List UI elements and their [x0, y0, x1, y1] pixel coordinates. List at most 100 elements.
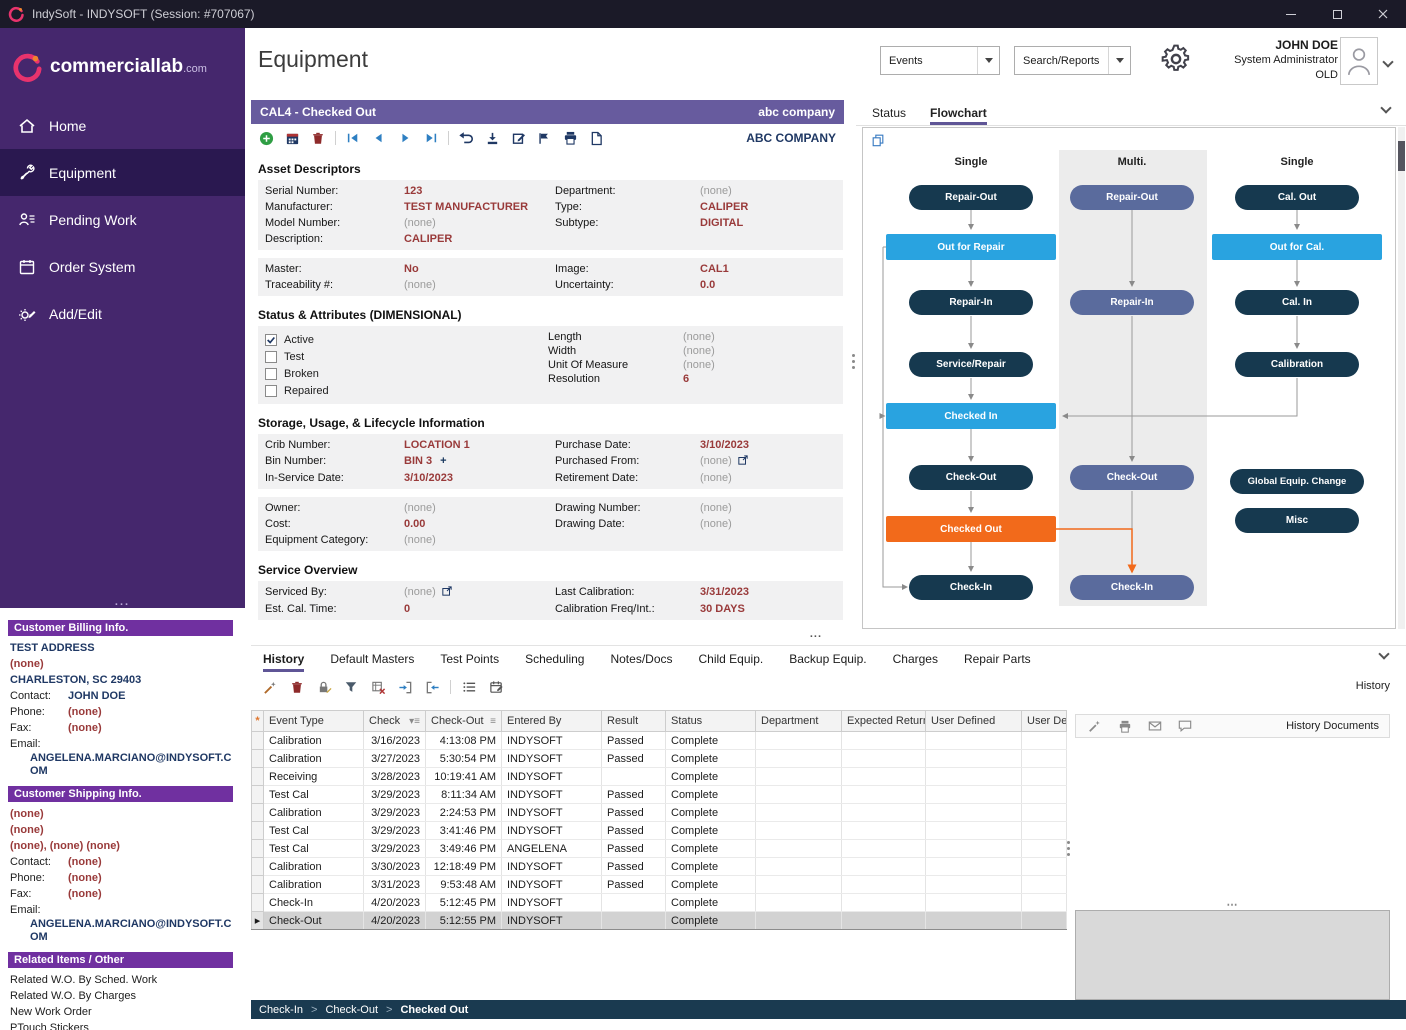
table-cell[interactable]: 10:19:41 AM — [426, 768, 502, 786]
table-cell[interactable] — [926, 804, 1022, 822]
table-cell[interactable] — [926, 822, 1022, 840]
table-cell[interactable] — [756, 876, 842, 894]
lock-edit-button[interactable] — [315, 678, 333, 696]
nav-first-button[interactable] — [344, 129, 362, 147]
add-button[interactable] — [257, 129, 275, 147]
checkout-flag-button[interactable] — [535, 129, 553, 147]
table-cell[interactable]: 3/30/2023 — [364, 858, 426, 876]
document-button[interactable] — [587, 129, 605, 147]
tab-backup-equip[interactable]: Backup Equip. — [789, 652, 866, 672]
table-cell[interactable]: Calibration — [264, 732, 364, 750]
undo-button[interactable] — [457, 129, 475, 147]
table-cell[interactable]: Passed — [602, 786, 666, 804]
breadcrumb-item[interactable]: Check-Out — [325, 1004, 378, 1016]
table-cell[interactable]: Test Cal — [264, 840, 364, 858]
calendar-edit-button[interactable] — [487, 678, 505, 696]
table-cell[interactable]: INDYSOFT — [502, 732, 602, 750]
table-cell[interactable] — [602, 894, 666, 912]
table-cell[interactable] — [926, 876, 1022, 894]
col-user-defined[interactable]: User Defined — [926, 711, 1022, 732]
filter-button[interactable] — [342, 678, 360, 696]
table-cell[interactable]: Complete — [666, 858, 756, 876]
table-cell[interactable] — [756, 732, 842, 750]
checkbox-repaired[interactable]: Repaired — [265, 382, 548, 399]
panel-splitter-handle[interactable] — [851, 354, 855, 369]
table-cell[interactable]: Calibration — [264, 876, 364, 894]
maximize-button[interactable] — [1314, 0, 1360, 28]
tools-wand-icon[interactable] — [1086, 717, 1104, 735]
table-cell[interactable]: Complete — [666, 768, 756, 786]
tab-scheduling[interactable]: Scheduling — [525, 652, 584, 672]
table-cell[interactable]: Check-In — [264, 894, 364, 912]
table-cell[interactable] — [1022, 750, 1067, 768]
table-cell[interactable]: Passed — [602, 840, 666, 858]
flow-node-check-out-multi[interactable]: Check-Out — [1070, 465, 1194, 490]
table-cell[interactable]: INDYSOFT — [502, 894, 602, 912]
table-cell[interactable]: Calibration — [264, 858, 364, 876]
table-cell[interactable]: Test Cal — [264, 822, 364, 840]
table-cell[interactable] — [756, 912, 842, 930]
table-cell[interactable]: Test Cal — [264, 786, 364, 804]
table-cell[interactable] — [926, 750, 1022, 768]
table-cell[interactable]: Passed — [602, 804, 666, 822]
print-icon[interactable] — [1116, 717, 1134, 735]
table-cell[interactable]: Passed — [602, 876, 666, 894]
tab-repair-parts[interactable]: Repair Parts — [964, 652, 1031, 672]
email-icon[interactable] — [1146, 717, 1164, 735]
external-link-icon[interactable] — [738, 454, 748, 470]
table-cell[interactable]: Complete — [666, 750, 756, 768]
table-cell[interactable]: INDYSOFT — [502, 876, 602, 894]
sidebar-item-add-edit[interactable]: Add/Edit — [0, 290, 245, 337]
table-cell[interactable]: Passed — [602, 858, 666, 876]
table-cell[interactable] — [926, 912, 1022, 930]
flow-node-out-for-cal[interactable]: Out for Cal. — [1212, 234, 1382, 260]
table-cell[interactable]: INDYSOFT — [502, 768, 602, 786]
flow-node-checked-in[interactable]: Checked In — [886, 403, 1056, 429]
nav-last-button[interactable] — [422, 129, 440, 147]
clear-grid-button[interactable] — [369, 678, 387, 696]
tab-notes-docs[interactable]: Notes/Docs — [610, 652, 672, 672]
table-cell[interactable]: 4:13:08 PM — [426, 732, 502, 750]
table-cell[interactable]: INDYSOFT — [502, 822, 602, 840]
table-cell[interactable]: ANGELENA — [502, 840, 602, 858]
table-cell[interactable] — [926, 768, 1022, 786]
table-cell[interactable] — [842, 876, 926, 894]
col-result[interactable]: Result — [602, 711, 666, 732]
table-cell[interactable]: Complete — [666, 912, 756, 930]
flow-node-checked-out[interactable]: Checked Out — [886, 516, 1056, 542]
table-cell[interactable]: 3/29/2023 — [364, 840, 426, 858]
table-row[interactable]: Calibration3/16/20234:13:08 PMINDYSOFTPa… — [252, 732, 1067, 750]
table-cell[interactable]: Passed — [602, 822, 666, 840]
table-cell[interactable] — [842, 822, 926, 840]
sort-filter-icon[interactable]: ≡ — [490, 716, 496, 727]
table-cell[interactable]: Complete — [666, 822, 756, 840]
flow-node-service-repair[interactable]: Service/Repair — [909, 352, 1033, 377]
tools-wand-button[interactable] — [261, 678, 279, 696]
table-cell[interactable] — [756, 858, 842, 876]
table-row[interactable]: ▸Check-Out4/20/20235:12:55 PMINDYSOFTCom… — [252, 912, 1067, 930]
tab-history[interactable]: History — [263, 652, 304, 672]
delete-button[interactable] — [309, 129, 327, 147]
table-cell[interactable]: Complete — [666, 840, 756, 858]
table-cell[interactable] — [1022, 786, 1067, 804]
checkbox-test[interactable]: Test — [265, 348, 548, 365]
table-row[interactable]: Calibration3/27/20235:30:54 PMINDYSOFTPa… — [252, 750, 1067, 768]
table-row[interactable]: Calibration3/30/202312:18:49 PMINDYSOFTP… — [252, 858, 1067, 876]
table-cell[interactable]: Complete — [666, 804, 756, 822]
table-cell[interactable] — [926, 732, 1022, 750]
table-splitter-handle[interactable] — [1067, 841, 1070, 856]
col-status[interactable]: Status — [666, 711, 756, 732]
table-cell[interactable] — [926, 840, 1022, 858]
table-cell[interactable]: Complete — [666, 732, 756, 750]
close-button[interactable] — [1360, 0, 1406, 28]
table-cell[interactable]: Passed — [602, 732, 666, 750]
table-cell[interactable] — [1022, 858, 1067, 876]
table-cell[interactable] — [756, 768, 842, 786]
table-cell[interactable] — [602, 768, 666, 786]
table-cell[interactable]: 12:18:49 PM — [426, 858, 502, 876]
table-cell[interactable] — [756, 822, 842, 840]
flow-node-calibration[interactable]: Calibration — [1235, 352, 1359, 377]
col-department[interactable]: Department — [756, 711, 842, 732]
table-cell[interactable]: Complete — [666, 876, 756, 894]
breadcrumb-item-current[interactable]: Checked Out — [400, 1004, 468, 1016]
